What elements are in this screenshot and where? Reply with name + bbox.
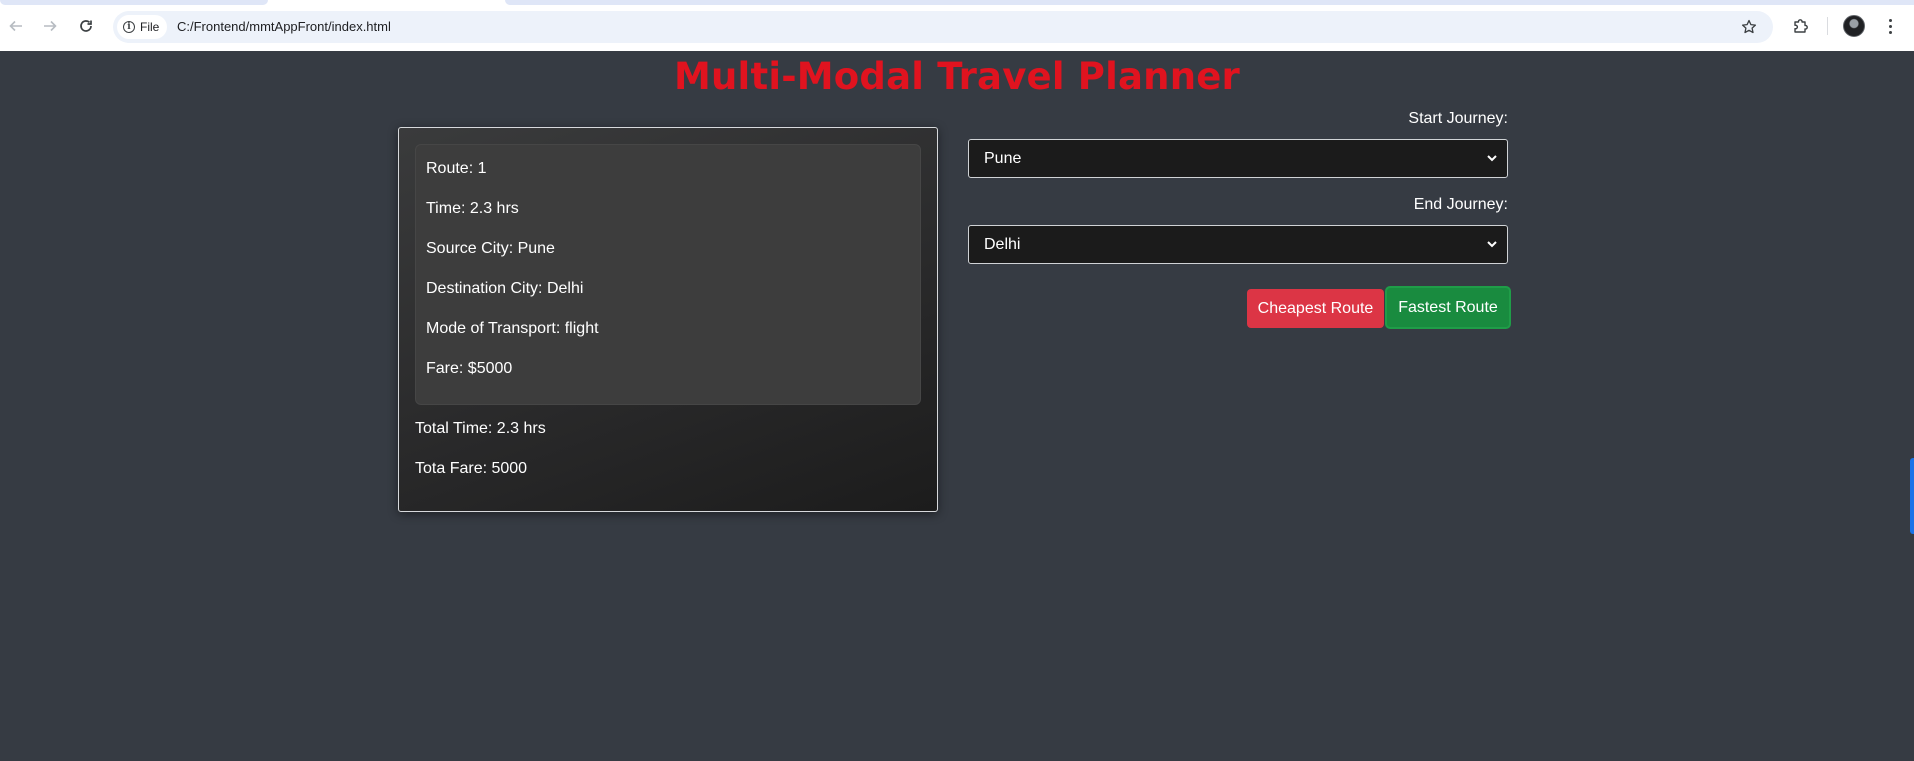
star-icon [1741, 19, 1757, 34]
forward-arrow-icon [44, 20, 57, 32]
fastest-route-button[interactable]: Fastest Route [1385, 286, 1511, 329]
reload-button[interactable] [72, 12, 100, 40]
transport-mode: Mode of Transport: flight [426, 320, 599, 337]
end-journey-label: End Journey: [1413, 196, 1508, 213]
address-bar[interactable]: i File C:/Frontend/mmtAppFront/index.htm… [113, 11, 1773, 43]
tab-edge-right[interactable] [505, 0, 1914, 5]
start-journey-label: Start Journey: [1408, 110, 1508, 127]
bookmark-star-button[interactable] [1737, 15, 1761, 39]
end-journey-value: Delhi [984, 235, 1021, 253]
forward-button[interactable] [36, 12, 64, 40]
chevron-down-icon [1487, 241, 1497, 248]
start-journey-value: Pune [984, 149, 1022, 167]
toolbar-divider [1827, 17, 1828, 35]
total-time: Total Time: 2.3 hrs [415, 420, 546, 437]
extensions-icon [1794, 19, 1808, 33]
route-number: Route: 1 [426, 160, 487, 177]
route-time: Time: 2.3 hrs [426, 200, 519, 217]
extensions-button[interactable] [1788, 13, 1814, 39]
site-info-label: File [140, 20, 160, 34]
end-journey-select[interactable]: Delhi [968, 225, 1508, 264]
back-arrow-icon [9, 20, 22, 32]
route-fare: Fare: $5000 [426, 360, 513, 377]
url-text[interactable]: C:/Frontend/mmtAppFront/index.html [177, 11, 391, 43]
tab-strip [0, 0, 1914, 6]
destination-city: Destination City: Delhi [426, 280, 584, 297]
side-panel-tab[interactable] [1910, 458, 1914, 534]
source-city: Source City: Pune [426, 240, 555, 257]
total-fare: Tota Fare: 5000 [415, 460, 528, 477]
route-details-panel: Route: 1 Time: 2.3 hrs Source City: Pune… [415, 144, 921, 405]
info-icon: i [123, 21, 135, 33]
route-result-card: Route: 1 Time: 2.3 hrs Source City: Pune… [398, 127, 938, 512]
tab-edge-left[interactable] [0, 0, 268, 5]
avatar[interactable] [1843, 15, 1865, 37]
page-title: Multi-Modal Travel Planner [674, 55, 1240, 98]
browser-toolbar: i File C:/Frontend/mmtAppFront/index.htm… [0, 0, 1914, 51]
site-info-chip[interactable]: i File [117, 15, 168, 39]
chevron-down-icon [1487, 155, 1497, 162]
back-button[interactable] [2, 12, 30, 40]
reload-icon [80, 20, 92, 32]
cheapest-route-button[interactable]: Cheapest Route [1247, 289, 1384, 328]
start-journey-select[interactable]: Pune [968, 139, 1508, 178]
kebab-menu-icon[interactable] [1878, 13, 1902, 39]
